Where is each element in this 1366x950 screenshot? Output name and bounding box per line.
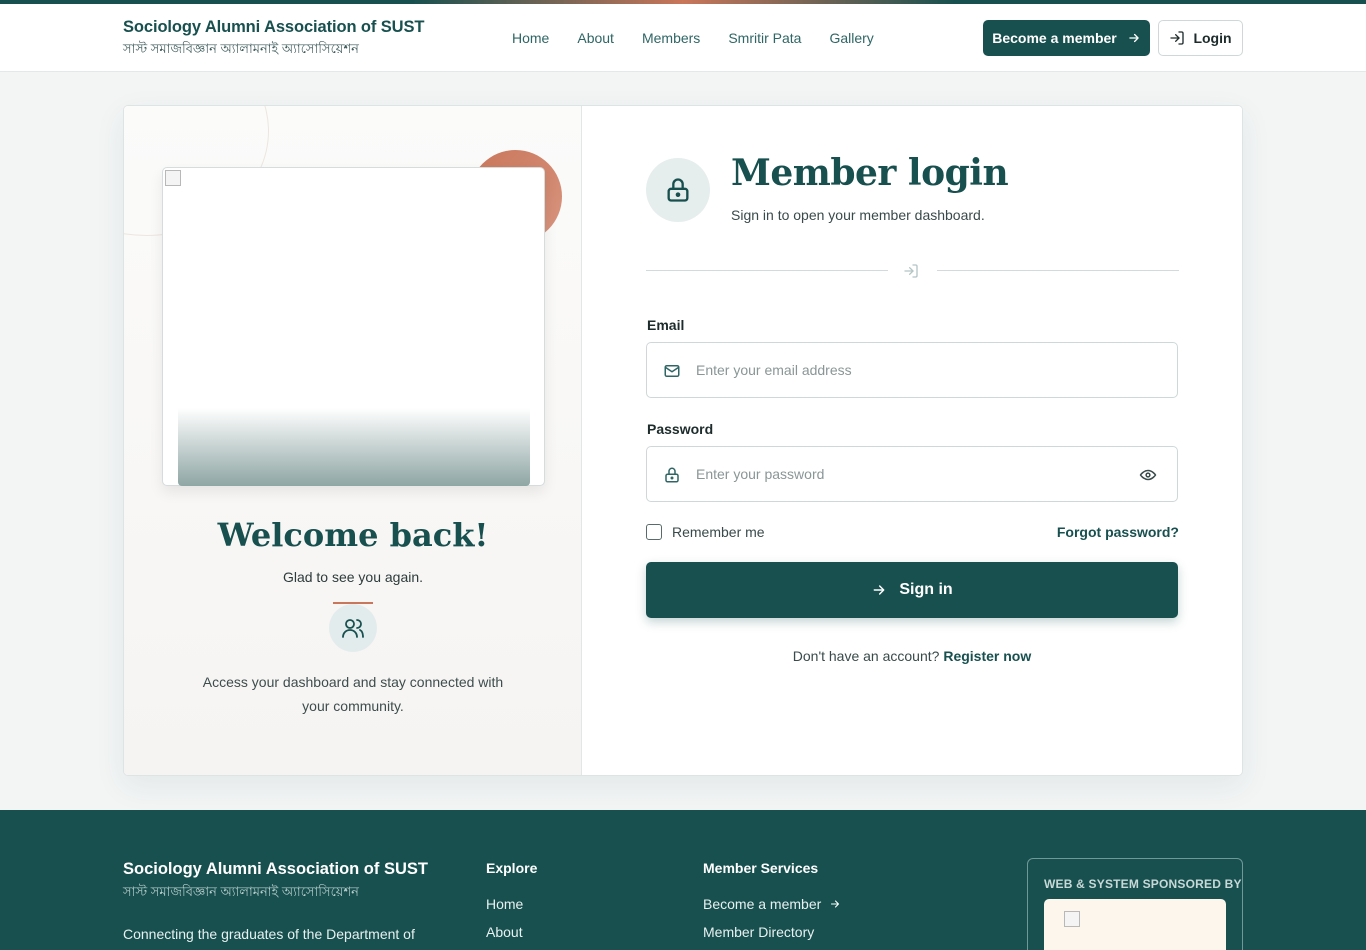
lock-badge bbox=[646, 158, 710, 222]
welcome-panel: Welcome back! Glad to see you again. Acc… bbox=[124, 106, 582, 775]
email-input[interactable] bbox=[696, 358, 1126, 382]
login-form-panel: Member login Sign in to open your member… bbox=[582, 106, 1242, 775]
footer-link-about[interactable]: About bbox=[486, 924, 523, 940]
lock-icon bbox=[665, 467, 679, 483]
welcome-description: Access your dashboard and stay connected… bbox=[202, 674, 504, 714]
login-subtitle: Sign in to open your member dashboard. bbox=[731, 207, 985, 223]
site-footer: Sociology Alumni Association of SUST সাস… bbox=[0, 810, 1366, 950]
lock-icon bbox=[667, 178, 689, 202]
no-account-text: Don't have an account? bbox=[792, 648, 940, 664]
nav-smritir-pata[interactable]: Smritir Pata bbox=[728, 30, 801, 46]
arrow-right-icon bbox=[831, 900, 840, 908]
nav-about[interactable]: About bbox=[577, 30, 614, 46]
login-title: Member login bbox=[731, 152, 1009, 194]
community-badge bbox=[329, 604, 377, 652]
footer-services-title: Member Services bbox=[703, 860, 819, 876]
arrow-right-icon bbox=[1129, 33, 1139, 43]
sponsor-card: WEB & SYSTEM SPONSORED BY bbox=[1027, 858, 1243, 950]
register-link[interactable]: Register now bbox=[943, 648, 1031, 664]
footer-link-member-directory[interactable]: Member Directory bbox=[703, 924, 814, 940]
eye-icon[interactable] bbox=[1139, 466, 1157, 484]
welcome-title: Welcome back! bbox=[217, 516, 489, 554]
footer-become-member-label: Become a member bbox=[703, 896, 822, 912]
remember-me[interactable]: Remember me bbox=[646, 524, 765, 540]
login-button[interactable]: Login bbox=[1158, 20, 1243, 56]
mail-icon bbox=[664, 365, 680, 377]
register-prompt: Don't have an account? Register now bbox=[646, 648, 1178, 664]
login-icon bbox=[904, 264, 918, 278]
sponsor-logo[interactable] bbox=[1044, 899, 1226, 950]
welcome-photo bbox=[162, 167, 545, 486]
password-label: Password bbox=[647, 421, 714, 437]
nav-gallery[interactable]: Gallery bbox=[829, 30, 873, 46]
footer-link-become-member[interactable]: Become a member bbox=[703, 896, 841, 912]
sign-in-label: Sign in bbox=[899, 581, 953, 598]
footer-description: Connecting the graduates of the Departme… bbox=[123, 926, 415, 942]
password-input[interactable] bbox=[696, 462, 1126, 486]
become-member-button[interactable]: Become a member bbox=[983, 20, 1150, 56]
brand-name-bengali: সাস্ট সমাজবিজ্ঞান অ্যালামনাই অ্যাসোসিয়ে… bbox=[123, 41, 359, 56]
login-card: Welcome back! Glad to see you again. Acc… bbox=[123, 105, 1243, 776]
forgot-password-link[interactable]: Forgot password? bbox=[1057, 524, 1179, 540]
nav-members[interactable]: Members bbox=[642, 30, 700, 46]
users-icon bbox=[342, 619, 364, 638]
footer-link-home[interactable]: Home bbox=[486, 896, 523, 912]
nav-home[interactable]: Home bbox=[512, 30, 549, 46]
login-label: Login bbox=[1193, 30, 1232, 46]
footer-explore-title: Explore bbox=[486, 860, 538, 876]
sponsor-title: WEB & SYSTEM SPONSORED BY bbox=[1044, 877, 1242, 891]
divider-right bbox=[937, 270, 1179, 271]
footer-brand-bengali: সাস্ট সমাজবিজ্ঞান অ্যালামনাই অ্যাসোসিয়ে… bbox=[123, 884, 359, 899]
sign-in-button[interactable]: Sign in bbox=[646, 562, 1178, 618]
divider-left bbox=[646, 270, 888, 271]
photo-gradient-overlay bbox=[178, 408, 530, 486]
broken-image-icon bbox=[165, 170, 181, 186]
email-field[interactable] bbox=[646, 342, 1178, 398]
footer-brand-english: Sociology Alumni Association of SUST bbox=[123, 860, 428, 878]
login-icon bbox=[1170, 31, 1185, 45]
site-brand[interactable]: Sociology Alumni Association of SUST সাস… bbox=[123, 18, 424, 61]
brand-name-english: Sociology Alumni Association of SUST bbox=[123, 18, 425, 36]
welcome-subtitle: Glad to see you again. bbox=[282, 569, 424, 585]
password-field[interactable] bbox=[646, 446, 1178, 502]
remember-me-checkbox[interactable] bbox=[646, 524, 662, 540]
site-header: Sociology Alumni Association of SUST সাস… bbox=[0, 4, 1366, 72]
arrow-right-icon bbox=[873, 585, 885, 595]
email-label: Email bbox=[647, 317, 685, 333]
remember-me-label: Remember me bbox=[672, 524, 765, 540]
broken-image-icon bbox=[1064, 911, 1080, 927]
become-member-label: Become a member bbox=[992, 30, 1117, 46]
main-nav: Home About Members Smritir Pata Gallery bbox=[512, 30, 874, 46]
